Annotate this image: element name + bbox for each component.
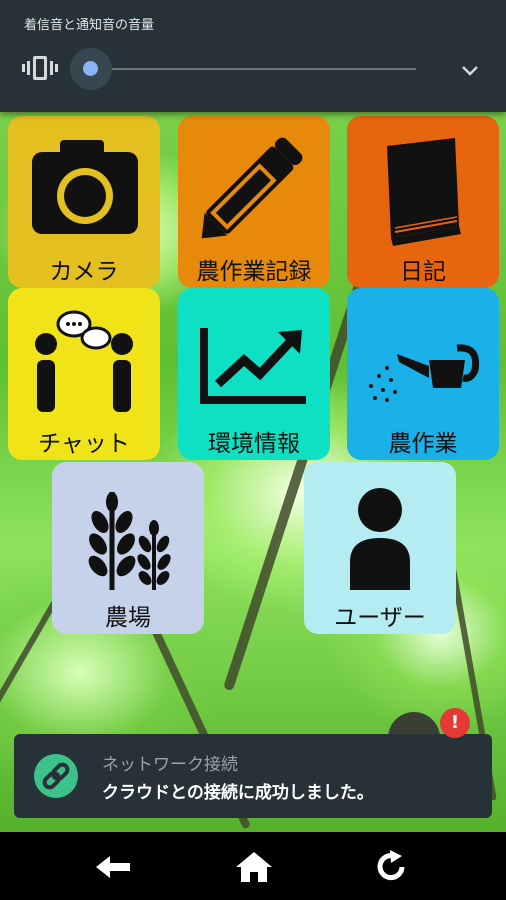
network-snackbar: ネットワーク接続 クラウドとの接続に成功しました。 [14, 734, 492, 818]
tile-label: カメラ [49, 259, 119, 285]
tile-chat[interactable]: チャット [8, 288, 160, 460]
navigation-bar [0, 832, 506, 900]
home-icon[interactable] [234, 850, 274, 884]
book-icon [387, 138, 461, 246]
user-icon [350, 488, 410, 590]
volume-slider-track[interactable] [90, 68, 416, 70]
back-icon[interactable] [94, 850, 134, 884]
refresh-icon[interactable] [372, 850, 412, 884]
tile-farm-work-record[interactable]: 農作業記録 [178, 116, 330, 288]
chevron-down-icon[interactable] [458, 58, 482, 82]
link-icon [34, 754, 78, 798]
wheat-icon [88, 492, 171, 590]
tile-label: ユーザー [334, 605, 426, 631]
tile-farm[interactable]: 農場 [52, 462, 204, 634]
camera-icon [32, 140, 138, 234]
pencil-icon [201, 137, 303, 239]
snackbar-title: ネットワーク接続 [102, 755, 238, 775]
tile-label: 農作業 [388, 431, 458, 457]
volume-title: 着信音と通知音の音量 [24, 18, 155, 33]
tile-user[interactable]: ユーザー [304, 462, 456, 634]
watering-can-icon [369, 344, 480, 402]
volume-slider-thumb[interactable] [83, 61, 98, 76]
volume-panel: 着信音と通知音の音量 [0, 0, 506, 112]
snackbar-message: クラウドとの接続に成功しました。 [102, 783, 374, 803]
vibrate-icon[interactable] [22, 54, 58, 82]
chart-icon [200, 328, 306, 404]
tile-label: 農場 [105, 605, 151, 631]
tile-label: 環境情報 [208, 431, 300, 457]
tile-environment-info[interactable]: 環境情報 [178, 288, 330, 460]
chat-icon [35, 310, 133, 412]
tile-label: 農作業記録 [196, 259, 312, 285]
tile-camera[interactable]: カメラ [8, 116, 160, 288]
tile-label: 日記 [400, 259, 446, 285]
alert-badge[interactable]: ! [440, 708, 470, 738]
tile-label: チャット [38, 431, 130, 457]
tile-diary[interactable]: 日記 [347, 116, 499, 288]
tile-farm-work[interactable]: 農作業 [347, 288, 499, 460]
